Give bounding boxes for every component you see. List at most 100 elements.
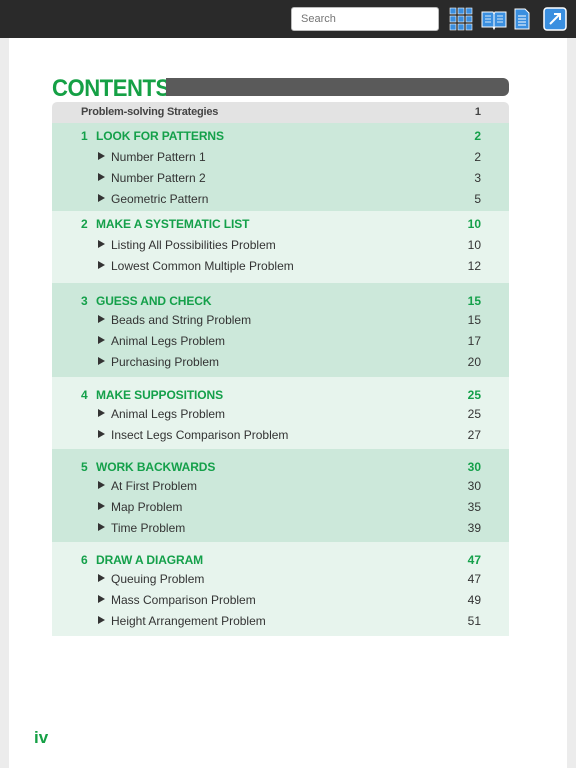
triangle-right-icon <box>98 240 105 248</box>
triangle-right-icon <box>98 315 105 323</box>
section-number: 4 <box>81 388 88 402</box>
triangle-right-icon <box>98 616 105 624</box>
document-icon[interactable] <box>512 6 532 32</box>
toc-item[interactable]: Height Arrangement Problem 51 <box>52 611 509 632</box>
external-link-icon[interactable] <box>542 6 568 32</box>
toc-item[interactable]: Number Pattern 2 3 <box>52 168 509 189</box>
section-heading[interactable]: 2 MAKE A SYSTEMATIC LIST 10 <box>52 211 509 235</box>
top-toolbar <box>0 0 576 38</box>
toc-item[interactable]: Mass Comparison Problem 49 <box>52 590 509 611</box>
section-number: 3 <box>81 294 88 308</box>
section-page: 30 <box>467 460 481 474</box>
section-heading[interactable]: 4 MAKE SUPPOSITIONS 25 <box>52 377 509 404</box>
toc-item-label: Number Pattern 1 <box>111 150 206 164</box>
triangle-right-icon <box>98 194 105 202</box>
toc-item[interactable]: Purchasing Problem 20 <box>52 352 509 373</box>
triangle-right-icon <box>98 152 105 160</box>
triangle-right-icon <box>98 409 105 417</box>
toc-item-label: Height Arrangement Problem <box>111 614 266 628</box>
toc-item[interactable]: Time Problem 39 <box>52 518 509 539</box>
triangle-right-icon <box>98 430 105 438</box>
section-title: MAKE SUPPOSITIONS <box>96 388 223 402</box>
toc-item-label: Number Pattern 2 <box>111 171 206 185</box>
triangle-right-icon <box>98 502 105 510</box>
toc-section-3: 3 GUESS AND CHECK 15 Beads and String Pr… <box>52 283 509 377</box>
toc-item-page: 20 <box>467 355 481 369</box>
section-page: 25 <box>467 388 481 402</box>
triangle-right-icon <box>98 481 105 489</box>
toc-item[interactable]: Lowest Common Multiple Problem 12 <box>52 256 509 277</box>
section-title: WORK BACKWARDS <box>96 460 216 474</box>
section-heading[interactable]: 1 LOOK FOR PATTERNS 2 <box>52 123 509 147</box>
toc-item-page: 17 <box>467 334 481 348</box>
toc-section-4: 4 MAKE SUPPOSITIONS 25 Animal Legs Probl… <box>52 377 509 449</box>
triangle-right-icon <box>98 173 105 181</box>
toc-item[interactable]: Listing All Possibilities Problem 10 <box>52 235 509 256</box>
section-number: 1 <box>81 129 88 143</box>
page-number: iv <box>34 728 49 747</box>
grid-icon[interactable] <box>448 6 474 32</box>
book-page: CONTENTS Problem-solving Strategies 1 1 … <box>9 38 567 768</box>
section-title: MAKE A SYSTEMATIC LIST <box>96 217 250 231</box>
toc-section-1: 1 LOOK FOR PATTERNS 2 Number Pattern 1 2… <box>52 123 509 211</box>
toc-item-page: 47 <box>467 572 481 586</box>
toc-item-page: 12 <box>467 259 481 273</box>
toc-item-label: Map Problem <box>111 500 183 514</box>
triangle-right-icon <box>98 261 105 269</box>
strategies-label: Problem-solving Strategies <box>81 106 219 118</box>
toc-item[interactable]: Number Pattern 1 2 <box>52 147 509 168</box>
section-page: 10 <box>467 217 481 231</box>
toc-item-label: At First Problem <box>111 479 198 493</box>
toc-item-page: 51 <box>467 614 481 628</box>
section-number: 6 <box>81 553 88 567</box>
toc-item-label: Insect Legs Comparison Problem <box>111 428 289 442</box>
table-of-contents: Problem-solving Strategies 1 1 LOOK FOR … <box>52 102 509 636</box>
toc-item-label: Purchasing Problem <box>111 355 220 369</box>
section-number: 2 <box>81 217 88 231</box>
toc-item-page: 35 <box>467 500 481 514</box>
toc-section-2: 2 MAKE A SYSTEMATIC LIST 10 Listing All … <box>52 211 509 283</box>
toc-item[interactable]: Geometric Pattern 5 <box>52 189 509 210</box>
triangle-right-icon <box>98 357 105 365</box>
strategies-page: 1 <box>474 106 481 118</box>
toc-section-6: 6 DRAW A DIAGRAM 47 Queuing Problem 47 M… <box>52 542 509 636</box>
triangle-right-icon <box>98 523 105 531</box>
section-heading[interactable]: 6 DRAW A DIAGRAM 47 <box>52 542 509 569</box>
toc-item[interactable]: Animal Legs Problem 17 <box>52 331 509 352</box>
toc-strategies-row[interactable]: Problem-solving Strategies 1 <box>52 102 509 123</box>
toc-item-label: Listing All Possibilities Problem <box>111 238 276 252</box>
toc-item[interactable]: Insect Legs Comparison Problem 27 <box>52 425 509 446</box>
toc-item-page: 10 <box>467 238 481 252</box>
toc-item-page: 2 <box>474 150 481 164</box>
toc-item-label: Time Problem <box>111 521 186 535</box>
section-title: LOOK FOR PATTERNS <box>96 129 224 143</box>
toc-item-page: 25 <box>467 407 481 421</box>
contents-title: CONTENTS <box>52 75 170 102</box>
toc-item-label: Animal Legs Problem <box>111 334 226 348</box>
section-title: GUESS AND CHECK <box>96 294 212 308</box>
section-heading[interactable]: 3 GUESS AND CHECK 15 <box>52 283 509 310</box>
toc-item-page: 5 <box>474 192 481 206</box>
book-icon[interactable] <box>480 6 508 32</box>
section-page: 15 <box>467 294 481 308</box>
toc-item[interactable]: At First Problem 30 <box>52 476 509 497</box>
toc-item-label: Queuing Problem <box>111 572 205 586</box>
toc-item-page: 39 <box>467 521 481 535</box>
toc-item-label: Lowest Common Multiple Problem <box>111 259 294 273</box>
toc-item-label: Animal Legs Problem <box>111 407 226 421</box>
toc-item[interactable]: Queuing Problem 47 <box>52 569 509 590</box>
toc-item-page: 49 <box>467 593 481 607</box>
toc-item-label: Beads and String Problem <box>111 313 252 327</box>
section-title: DRAW A DIAGRAM <box>96 553 204 567</box>
search-input[interactable] <box>291 7 439 31</box>
toc-item[interactable]: Beads and String Problem 15 <box>52 310 509 331</box>
section-heading[interactable]: 5 WORK BACKWARDS 30 <box>52 449 509 476</box>
toc-item-label: Geometric Pattern <box>111 192 209 206</box>
toc-item[interactable]: Map Problem 35 <box>52 497 509 518</box>
triangle-right-icon <box>98 574 105 582</box>
toc-item-page: 27 <box>467 428 481 442</box>
toc-item[interactable]: Animal Legs Problem 25 <box>52 404 509 425</box>
toc-section-5: 5 WORK BACKWARDS 30 At First Problem 30 … <box>52 449 509 542</box>
toc-item-page: 30 <box>467 479 481 493</box>
title-bar-decoration <box>166 78 509 96</box>
